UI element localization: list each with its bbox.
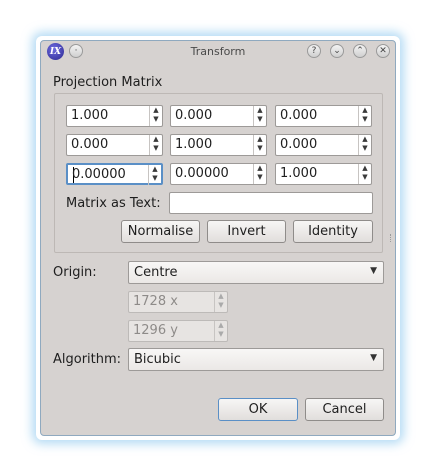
matrix-cell-2-2[interactable]: 1.000 ▲ ▼ — [275, 163, 372, 185]
resize-grip[interactable] — [390, 234, 393, 242]
origin-x-value: 1728 x — [133, 294, 178, 309]
help-icon[interactable]: ? — [307, 44, 321, 58]
matrix-cell-2-0[interactable]: 0.00000 ▲ ▼ — [66, 163, 163, 185]
algorithm-select[interactable]: Bicubic ▼ — [128, 348, 384, 371]
spin-arrows-icon[interactable]: ▲ ▼ — [148, 165, 161, 185]
matrix-cell-value: 1.000 — [71, 108, 109, 123]
maximize-icon[interactable]: ⌃ — [353, 44, 367, 58]
projection-matrix-label: Projection Matrix — [53, 75, 163, 90]
cancel-button[interactable]: Cancel — [305, 398, 384, 421]
matrix-as-text-input[interactable] — [169, 192, 373, 214]
invert-button[interactable]: Invert — [207, 220, 286, 243]
spin-arrows-icon[interactable]: ▲ ▼ — [358, 106, 371, 126]
spin-arrows-icon[interactable]: ▲ ▼ — [358, 164, 371, 184]
algorithm-label: Algorithm: — [53, 352, 122, 367]
matrix-cell-1-2[interactable]: 0.000 ▲ ▼ — [275, 134, 372, 156]
origin-y-spinbox: 1296 y ▲ ▼ — [128, 320, 228, 342]
matrix-cell-value: 1.000 — [175, 137, 213, 152]
origin-select[interactable]: Centre ▼ — [128, 261, 384, 284]
ok-button[interactable]: OK — [218, 398, 298, 421]
matrix-cell-value: 0.00000 — [175, 166, 229, 181]
chevron-down-icon: ▼ — [370, 266, 377, 276]
transform-dialog: IX · Transform ? ⌄ ⌃ ✕ Projection Matrix… — [40, 40, 396, 436]
matrix-cell-value: 0.000 — [175, 108, 213, 123]
spin-arrows-icon[interactable]: ▲ ▼ — [358, 135, 371, 155]
projection-matrix-group: 1.000 ▲ ▼ 0.000 ▲ ▼ 0.000 ▲ ▼ 0.000 ▲ ▼ 1.00… — [54, 93, 383, 253]
spin-arrows-icon[interactable]: ▲ ▼ — [253, 135, 266, 155]
origin-label: Origin: — [53, 265, 97, 280]
matrix-cell-1-0[interactable]: 0.000 ▲ ▼ — [66, 134, 163, 156]
title-bar[interactable]: IX · Transform ? ⌄ ⌃ ✕ — [41, 41, 395, 63]
matrix-cell-0-2[interactable]: 0.000 ▲ ▼ — [275, 105, 372, 127]
origin-selected-value: Centre — [134, 265, 178, 280]
shade-icon[interactable]: ⌄ — [330, 44, 344, 58]
spin-arrows-icon[interactable]: ▲ ▼ — [149, 135, 162, 155]
matrix-cell-0-0[interactable]: 1.000 ▲ ▼ — [66, 105, 163, 127]
spin-arrows-icon[interactable]: ▲ ▼ — [149, 106, 162, 126]
normalise-button[interactable]: Normalise — [121, 220, 200, 243]
spin-arrows-icon[interactable]: ▲ ▼ — [253, 164, 266, 184]
origin-x-spinbox: 1728 x ▲ ▼ — [128, 291, 228, 313]
matrix-cell-2-1[interactable]: 0.00000 ▲ ▼ — [170, 163, 267, 185]
matrix-cell-value: 0.00000 — [72, 167, 126, 182]
matrix-cell-value: 0.000 — [280, 108, 318, 123]
matrix-cell-1-1[interactable]: 1.000 ▲ ▼ — [170, 134, 267, 156]
matrix-cell-0-1[interactable]: 0.000 ▲ ▼ — [170, 105, 267, 127]
matrix-cell-value: 0.000 — [71, 137, 109, 152]
chevron-down-icon: ▼ — [370, 353, 377, 363]
close-icon[interactable]: ✕ — [376, 44, 390, 58]
algorithm-selected-value: Bicubic — [134, 352, 181, 367]
matrix-as-text-label: Matrix as Text: — [66, 196, 161, 211]
origin-y-value: 1296 y — [133, 323, 178, 338]
spin-arrows-icon[interactable]: ▲ ▼ — [253, 106, 266, 126]
spin-arrows-icon: ▲ ▼ — [214, 292, 227, 312]
identity-button[interactable]: Identity — [293, 220, 373, 243]
matrix-cell-value: 0.000 — [280, 137, 318, 152]
spin-arrows-icon: ▲ ▼ — [214, 321, 227, 341]
matrix-cell-value: 1.000 — [280, 166, 318, 181]
